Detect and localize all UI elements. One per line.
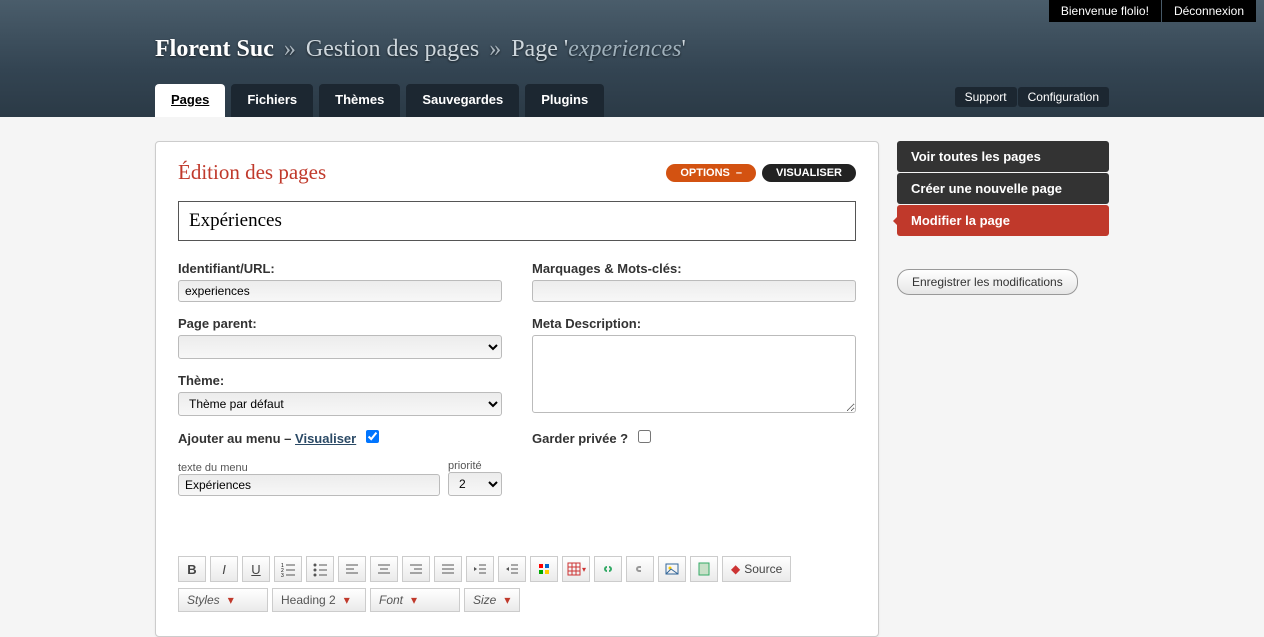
align-center-icon[interactable] <box>370 556 398 582</box>
unordered-list-icon[interactable] <box>306 556 334 582</box>
meta-textarea[interactable] <box>532 335 856 413</box>
tab-plugins[interactable]: Plugins <box>525 84 604 117</box>
size-select[interactable]: Size▾ <box>464 588 520 612</box>
private-label: Garder privée ? <box>532 431 628 446</box>
italic-icon[interactable]: I <box>210 556 238 582</box>
edit-panel: Édition des pages OPTIONS– VISUALISER Id… <box>155 141 879 637</box>
logout-link[interactable]: Déconnexion <box>1162 0 1256 22</box>
private-checkbox[interactable] <box>638 430 651 443</box>
tab-fichiers[interactable]: Fichiers <box>231 84 313 117</box>
breadcrumb-section: Gestion des pages <box>306 36 479 62</box>
ordered-list-icon[interactable]: 123 <box>274 556 302 582</box>
indent-icon[interactable] <box>498 556 526 582</box>
panel-title: Édition des pages <box>178 160 326 185</box>
outdent-icon[interactable] <box>466 556 494 582</box>
priority-label: priorité <box>448 460 502 472</box>
align-left-icon[interactable] <box>338 556 366 582</box>
page-title-input[interactable] <box>178 201 856 241</box>
theme-label: Thème: <box>178 373 502 388</box>
editor-toolbar: B I U 123 ▾ ◆Source Styles▾ <box>178 556 856 612</box>
tab-pages[interactable]: Pages <box>155 84 225 117</box>
menu-checkbox[interactable] <box>366 430 379 443</box>
link-icon[interactable] <box>594 556 622 582</box>
config-link[interactable]: Configuration <box>1018 87 1109 107</box>
unlink-icon[interactable] <box>626 556 654 582</box>
parent-label: Page parent: <box>178 316 502 331</box>
bold-icon[interactable]: B <box>178 556 206 582</box>
underline-icon[interactable]: U <box>242 556 270 582</box>
url-label: Identifiant/URL: <box>178 261 502 276</box>
tab-sauvegardes[interactable]: Sauvegardes <box>406 84 519 117</box>
tags-input[interactable] <box>532 280 856 302</box>
save-button[interactable]: Enregistrer les modifications <box>897 269 1078 295</box>
parent-select[interactable] <box>178 335 502 359</box>
menu-text-input[interactable] <box>178 474 440 496</box>
file-icon[interactable] <box>690 556 718 582</box>
welcome-link[interactable]: Bienvenue flolio! <box>1049 0 1161 22</box>
image-icon[interactable] <box>658 556 686 582</box>
tab-themes[interactable]: Thèmes <box>319 84 400 117</box>
menu-visualiser-link[interactable]: Visualiser <box>295 431 356 446</box>
support-link[interactable]: Support <box>955 87 1017 107</box>
menu-text-label: texte du menu <box>178 462 440 474</box>
side-nav: Voir toutes les pages Créer une nouvelle… <box>897 141 1109 236</box>
breadcrumb-site: Florent Suc <box>155 36 274 62</box>
options-pill[interactable]: OPTIONS– <box>666 164 756 182</box>
svg-text:3: 3 <box>281 573 284 577</box>
priority-select[interactable]: 2 <box>448 472 502 496</box>
align-right-icon[interactable] <box>402 556 430 582</box>
meta-label: Meta Description: <box>532 316 856 331</box>
text-color-icon[interactable] <box>530 556 558 582</box>
visualiser-pill[interactable]: VISUALISER <box>762 164 856 182</box>
sidebar-item-edit-page[interactable]: Modifier la page <box>897 205 1109 236</box>
align-justify-icon[interactable] <box>434 556 462 582</box>
format-select[interactable]: Heading 2▾ <box>272 588 366 612</box>
tags-label: Marquages & Mots-clés: <box>532 261 856 276</box>
font-select[interactable]: Font▾ <box>370 588 460 612</box>
breadcrumb-slug: experiences <box>568 36 681 62</box>
table-icon[interactable]: ▾ <box>562 556 590 582</box>
source-button[interactable]: ◆Source <box>722 556 791 582</box>
menu-label: Ajouter au menu – Visualiser <box>178 430 502 446</box>
styles-select[interactable]: Styles▾ <box>178 588 268 612</box>
sidebar-item-all-pages[interactable]: Voir toutes les pages <box>897 141 1109 172</box>
breadcrumb: Florent Suc » Gestion des pages » Page '… <box>155 36 686 63</box>
sidebar-item-new-page[interactable]: Créer une nouvelle page <box>897 173 1109 204</box>
main-tabs: Pages Fichiers Thèmes Sauvegardes Plugin… <box>155 84 604 117</box>
url-input[interactable] <box>178 280 502 302</box>
theme-select[interactable]: Thème par défaut <box>178 392 502 416</box>
